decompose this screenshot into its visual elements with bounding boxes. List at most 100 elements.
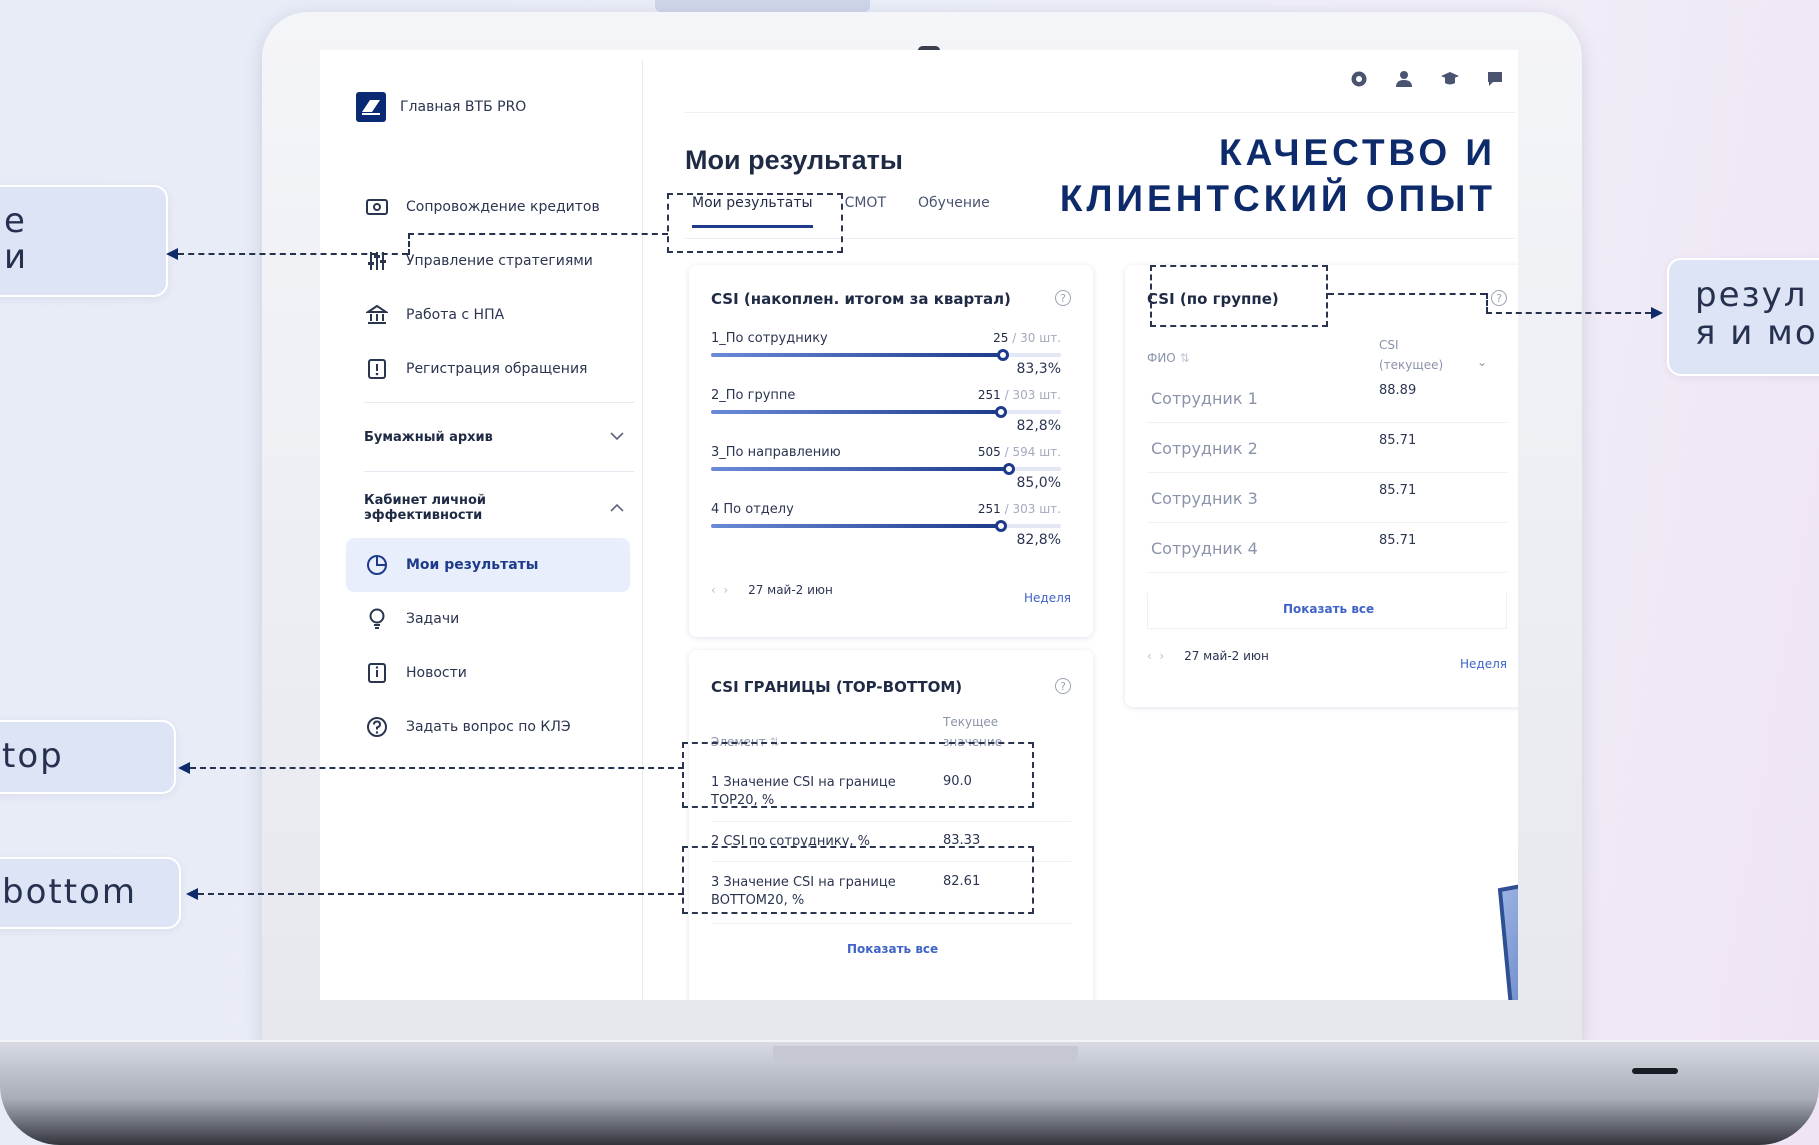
tab-training[interactable]: Обучение <box>918 195 990 228</box>
progress-fill <box>711 353 1003 357</box>
column-name-label: ФИО <box>1147 351 1176 365</box>
progress-percent: 83,3% <box>1016 361 1061 377</box>
users-icon[interactable] <box>1394 70 1414 92</box>
progress-percent: 85,0% <box>1016 475 1061 491</box>
progress-label: 4 По отделу <box>711 502 794 517</box>
leader-line <box>1486 312 1651 314</box>
brand-name: Главная ВТБ PRO <box>400 99 527 115</box>
csi-group-card: CSI (по группе) ? ФИО ⇅ CSI (текущее) ⌄ … <box>1125 265 1518 707</box>
period-arrows-icon[interactable]: ‹ › <box>1147 649 1164 663</box>
page-title: Мои результаты <box>685 145 903 175</box>
leader-line <box>408 233 668 235</box>
employee-csi: 85.71 <box>1379 433 1417 448</box>
cabinet-label-line1: Кабинет личной <box>364 493 487 508</box>
sidebar-item-label: Новости <box>406 665 467 681</box>
column-header-name[interactable]: ФИО ⇅ <box>1147 348 1190 368</box>
progress-handle[interactable] <box>996 349 1009 361</box>
sidebar-divider <box>364 471 634 472</box>
sidebar-item-tasks[interactable]: Задачи <box>364 592 634 646</box>
period-arrows-icon[interactable]: ‹ › <box>711 583 728 597</box>
help-icon[interactable]: ? <box>1055 678 1071 694</box>
sort-icon[interactable]: ⌄ <box>1477 355 1487 369</box>
arrow-left-icon <box>186 888 198 900</box>
graduation-icon[interactable] <box>1440 70 1460 92</box>
count-value: 25 <box>993 331 1009 345</box>
help-icon[interactable]: ? <box>1491 290 1507 306</box>
progress-handle[interactable] <box>994 406 1007 418</box>
sidebar-group-label: Бумажный архив <box>364 429 493 445</box>
thumbs-up-image <box>1497 884 1518 1000</box>
question-icon <box>364 716 390 738</box>
employee-name: Сотрудник 1 <box>1151 389 1258 408</box>
sidebar-item-strategies[interactable]: Управление стратегиями <box>364 234 634 288</box>
sort-icon: ⇅ <box>1179 351 1190 365</box>
card-header: CSI (накоплен. итогом за квартал) ? <box>711 290 1071 308</box>
leader-line <box>190 767 684 769</box>
help-icon[interactable]: ? <box>1055 290 1071 306</box>
progress-percent: 82,8% <box>1016 418 1061 434</box>
progress-count: 25 / 30 шт. <box>993 331 1061 345</box>
progress-track <box>711 520 1061 532</box>
table-row[interactable]: Сотрудник 2 85.71 <box>1147 425 1507 473</box>
sidebar-item-registration[interactable]: Регистрация обращения <box>364 342 634 396</box>
progress-row: 3_По направлению 505 / 594 шт. 85,0% <box>711 445 1061 497</box>
count-value: 251 <box>977 502 1001 516</box>
employee-name: Сотрудник 4 <box>1151 539 1258 558</box>
column-header-value[interactable]: CSI (текущее) <box>1379 335 1443 375</box>
sidebar-item-ask[interactable]: Задать вопрос по КЛЭ <box>364 700 634 754</box>
progress-handle[interactable] <box>1002 463 1015 475</box>
csi-borders-card: CSI ГРАНИЦЫ (TOP-BOTTOM) ? Элемент ⇅ Тек… <box>689 650 1093 1000</box>
tab-smot[interactable]: СМОТ <box>845 195 886 228</box>
sidebar-item-my-results[interactable]: Мои результаты <box>346 538 630 592</box>
cabinet-label-line2: эффективности <box>364 508 483 523</box>
callout-text: bottom <box>2 872 137 912</box>
sidebar-item-news[interactable]: Новости <box>364 646 634 700</box>
progress-count: 505 / 594 шт. <box>978 445 1061 459</box>
progress-handle[interactable] <box>994 520 1007 532</box>
table-row[interactable]: Сотрудник 1 88.89 <box>1147 375 1507 423</box>
employee-csi: 85.71 <box>1379 533 1417 548</box>
leader-line <box>1486 293 1488 313</box>
highlight-bottom-row <box>682 846 1034 914</box>
period-link[interactable]: Неделя <box>1460 657 1507 671</box>
sidebar-group-archive[interactable]: Бумажный архив <box>364 409 634 465</box>
brand[interactable]: Главная ВТБ PRO <box>356 92 526 122</box>
show-all-button[interactable]: Показать все <box>1283 602 1374 616</box>
callout-right: резул я и мо <box>1667 258 1819 376</box>
card-title: CSI ГРАНИЦЫ (TOP-BOTTOM) <box>711 678 963 696</box>
progress-track <box>711 463 1061 475</box>
progress-row: 2_По группе 251 / 303 шт. 82,8% <box>711 388 1061 440</box>
count-value: 505 <box>977 445 1001 459</box>
callout-text: е и <box>4 203 28 275</box>
table-row[interactable]: Сотрудник 4 85.71 <box>1147 525 1507 573</box>
news-icon <box>364 662 390 684</box>
lightbulb-icon <box>364 608 390 630</box>
sidebar-item-label: Регистрация обращения <box>406 361 588 377</box>
money-icon <box>364 198 390 216</box>
sidebar-group-cabinet[interactable]: Кабинет личной эффективности <box>364 478 634 538</box>
period-link[interactable]: Неделя <box>1024 591 1071 605</box>
chat-icon[interactable] <box>1486 70 1504 92</box>
column-value-label-1: CSI <box>1379 338 1399 352</box>
gear-icon[interactable] <box>1350 70 1368 92</box>
count-total: / 303 шт. <box>1004 502 1061 516</box>
progress-fill <box>711 410 1001 414</box>
sidebar-item-credits[interactable]: Сопровождение кредитов <box>364 180 634 234</box>
callout-text: top <box>2 736 64 776</box>
laptop-led <box>1632 1068 1678 1074</box>
card-footer: ‹ › 27 май-2 июн Неделя <box>711 583 1071 605</box>
sidebar-item-npa[interactable]: Работа с НПА <box>364 288 634 342</box>
count-total: / 594 шт. <box>1004 445 1061 459</box>
highlight-group-title <box>1150 265 1328 327</box>
progress-label: 3_По направлению <box>711 445 841 460</box>
employee-csi: 88.89 <box>1379 383 1417 398</box>
employee-name: Сотрудник 2 <box>1151 439 1258 458</box>
callout-left-top: е и <box>0 185 168 297</box>
sidebar-item-label: Задать вопрос по КЛЭ <box>406 719 571 735</box>
count-value: 251 <box>977 388 1001 402</box>
table-row[interactable]: Сотрудник 3 85.71 <box>1147 475 1507 523</box>
header-icons <box>1350 70 1504 92</box>
leader-line <box>178 253 408 255</box>
show-all-button[interactable]: Показать все <box>847 942 938 956</box>
header-divider <box>685 112 1515 113</box>
